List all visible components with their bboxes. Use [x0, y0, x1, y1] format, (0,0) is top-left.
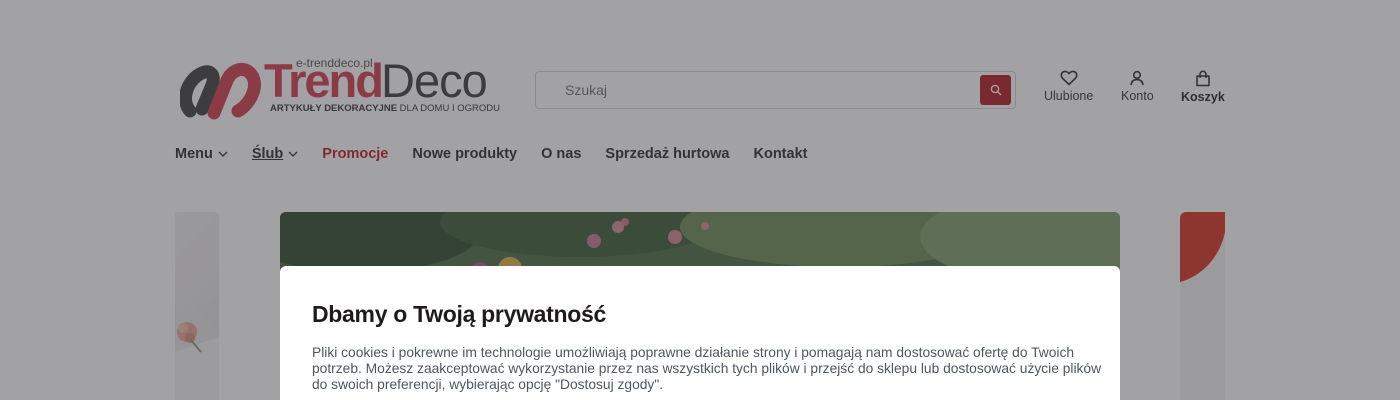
- page: e-trenddeco.pl Trend Deco ARTYKUŁY DEKOR…: [0, 0, 1400, 400]
- cookie-dialog-title: Dbamy o Twoją prywatność: [312, 301, 606, 327]
- cookie-consent-dialog: Dbamy o Twoją prywatność Pliki cookies i…: [280, 266, 1120, 400]
- cookie-dialog-text: Pliki cookies i pokrewne im technologie …: [312, 345, 1102, 392]
